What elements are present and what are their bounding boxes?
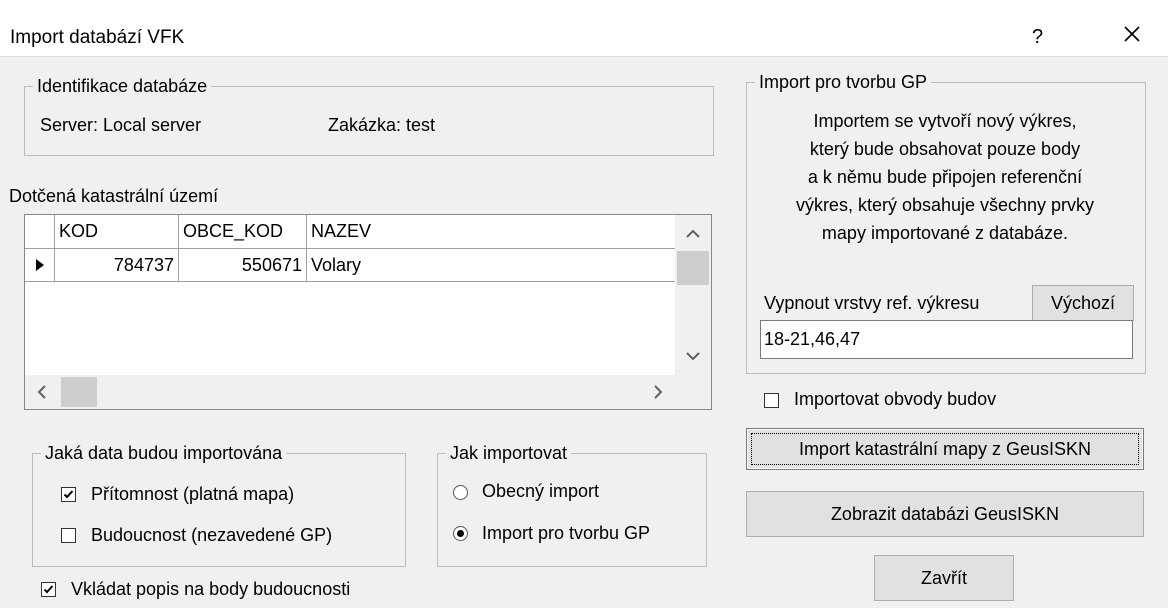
gp-description-line-3: a k němu bude připojen referenční [807, 167, 1083, 187]
import-method-legend: Jak importovat [450, 443, 568, 463]
zakazka-label: Zakázka: test [328, 115, 436, 135]
gp-import-radio[interactable] [453, 526, 468, 541]
title-bar: Import databází VFK ? [0, 0, 1168, 57]
focus-rectangle [751, 433, 1139, 465]
default-layers-button[interactable]: Výchozí [1032, 285, 1134, 321]
gp-description-line-5: mapy importované z databáze. [821, 223, 1069, 243]
present-label[interactable]: Přítomnost (platná mapa) [91, 484, 294, 505]
row-indicator[interactable] [25, 249, 55, 282]
gp-import-label[interactable]: Import pro tvorbu GP [482, 523, 650, 544]
column-header-nazev[interactable]: NAZEV [307, 215, 675, 249]
building-outlines-checkbox[interactable] [764, 393, 779, 408]
future-checkbox[interactable] [61, 528, 76, 543]
import-data-legend: Jaká data budou importována [45, 443, 283, 463]
horizontal-scroll-thumb[interactable] [61, 377, 97, 407]
scroll-corner [675, 375, 711, 409]
column-header-kod[interactable]: KOD [55, 215, 179, 249]
scroll-left-icon[interactable] [25, 375, 59, 409]
present-checkbox[interactable] [61, 487, 76, 502]
insert-description-label[interactable]: Vkládat popis na body budoucnosti [71, 579, 350, 600]
gp-description-line-4: výkres, který obsahuje všechny prvky [795, 195, 1095, 215]
show-database-button[interactable]: Zobrazit databázi GeusISKN [746, 491, 1144, 537]
scroll-right-icon[interactable] [641, 375, 675, 409]
grid-corner-header [25, 215, 55, 249]
window-title: Import databází VFK [10, 27, 185, 48]
general-import-radio[interactable] [453, 485, 468, 500]
gp-description-line-2: který bude obsahovat pouze body [809, 139, 1081, 159]
gp-description-line-1: Importem se vytvoří nový výkres, [813, 111, 1077, 131]
import-data-group: Jaká data budou importována [32, 443, 406, 567]
layers-off-label: Vypnout vrstvy ref. výkresu [764, 293, 980, 313]
column-header-obce-kod[interactable]: OBCE_KOD [179, 215, 307, 249]
general-import-label[interactable]: Obecný import [482, 481, 599, 502]
scroll-up-icon[interactable] [675, 215, 711, 249]
scroll-down-icon[interactable] [675, 341, 711, 375]
import-method-group: Jak importovat [437, 443, 707, 567]
close-icon[interactable] [1118, 18, 1148, 48]
horizontal-scrollbar[interactable] [25, 375, 675, 409]
cadastral-areas-grid[interactable]: KOD OBCE_KOD NAZEV 784737 550671 Volary [24, 214, 712, 410]
cadastral-areas-caption: Dotčená katastrální území [9, 186, 219, 206]
help-button[interactable]: ? [1032, 26, 1043, 49]
import-cadastral-map-button[interactable]: Import katastrální mapy z GeusISKN [746, 428, 1144, 470]
table-cell-obce-kod[interactable]: 550671 [179, 249, 307, 282]
vertical-scroll-thumb[interactable] [677, 251, 709, 285]
current-row-arrow-icon [35, 259, 44, 271]
vertical-scrollbar[interactable] [675, 215, 711, 375]
server-label: Server: Local server [40, 115, 202, 135]
layers-off-input[interactable]: 18-21,46,47 [760, 320, 1133, 359]
table-cell-kod[interactable]: 784737 [55, 249, 179, 282]
database-identification-legend: Identifikace databáze [37, 76, 208, 96]
table-cell-nazev[interactable]: Volary [307, 249, 675, 282]
future-label[interactable]: Budoucnost (nezavedené GP) [91, 525, 332, 546]
gp-import-legend: Import pro tvorbu GP [759, 72, 928, 92]
insert-description-checkbox[interactable] [41, 582, 56, 597]
close-button[interactable]: Zavřít [874, 555, 1014, 601]
building-outlines-label[interactable]: Importovat obvody budov [794, 389, 996, 410]
gp-description: Importem se vytvoří nový výkres, který b… [760, 107, 1130, 247]
